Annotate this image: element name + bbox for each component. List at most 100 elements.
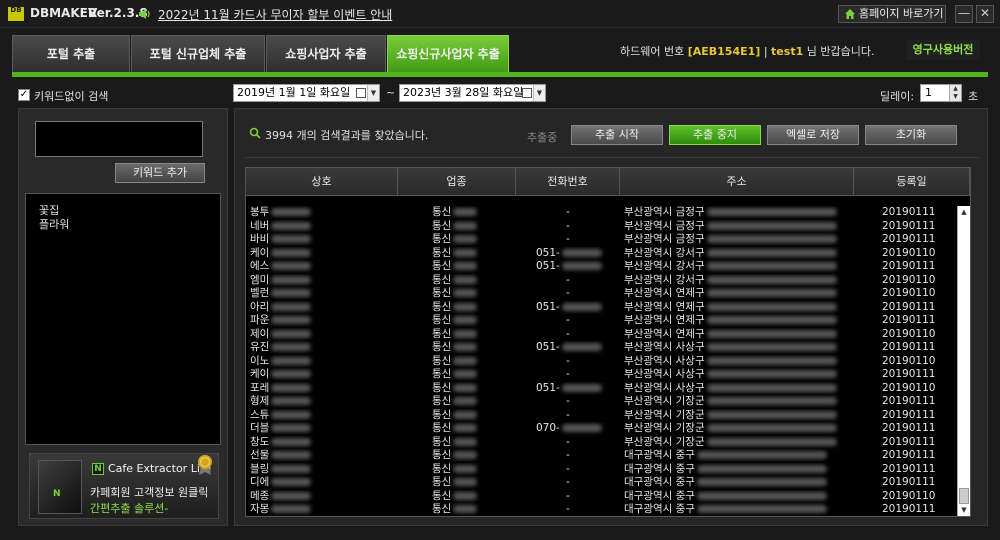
date-range-separator: ~ [386, 86, 396, 99]
delay-stepper[interactable]: 1 ▲ ▼ [920, 84, 962, 102]
vertical-scrollbar[interactable]: ▲ ▼ [957, 206, 970, 516]
table-row[interactable]: 엠미 통신 - 부산광역시 강서구 20190110 [246, 274, 956, 288]
spin-buttons[interactable]: ▲ ▼ [949, 85, 961, 101]
calendar-icon [522, 88, 532, 98]
cell-address: 부산광역시 사상구 [624, 341, 852, 355]
list-item[interactable]: 꽃집 [39, 204, 207, 218]
tab-portal-extract[interactable]: 포털 추출 [12, 35, 130, 73]
cell-name: 디에 [250, 476, 396, 490]
table-row[interactable]: 형제 통신 - 부산광역시 기장군 20190111 [246, 395, 956, 409]
table-row[interactable]: 유진 통신 051- 부산광역시 사상구 20190111 [246, 341, 956, 355]
table-row[interactable]: 아리 통신 051- 부산광역시 연제구 20190111 [246, 301, 956, 315]
cell-type: 통신 [432, 368, 512, 382]
column-header-phone[interactable]: 전화번호 [516, 168, 620, 196]
table-row[interactable]: 이노 통신 - 부산광역시 사상구 20190110 [246, 355, 956, 369]
table-row[interactable]: 스튜 통신 - 부산광역시 기장군 20190111 [246, 409, 956, 423]
username: test1 [771, 45, 804, 58]
cell-type: 통신 [432, 409, 512, 423]
table-row[interactable]: 에스 통신 051- 부산광역시 강서구 20190111 [246, 260, 956, 274]
cell-date: 20190111 [882, 206, 936, 218]
stop-extract-button[interactable]: 추출 중지 [669, 125, 761, 145]
notice-link[interactable]: 2022년 11월 카드사 무이자 할부 이벤트 안내 [158, 6, 392, 23]
table-row[interactable]: 디에 통신 - 대구광역시 중구 20190111 [246, 476, 956, 490]
no-keyword-checkbox[interactable]: ✓ [18, 89, 30, 101]
delay-unit: 초 [968, 90, 979, 103]
column-header-address[interactable]: 주소 [620, 168, 854, 196]
cell-address: 대구광역시 중구 [624, 503, 852, 516]
table-row[interactable]: 포레 통신 051- 부산광역시 사상구 20190110 [246, 382, 956, 396]
date-to-picker[interactable]: 2023년 3월 28일 화요일 ▼ [399, 84, 546, 102]
column-header-date[interactable]: 등록일 [854, 168, 970, 196]
table-row[interactable]: 제이 통신 - 부산광역시 연제구 20190110 [246, 328, 956, 342]
table-row[interactable]: 메종 통신 - 대구광역시 중구 20190110 [246, 490, 956, 504]
keyword-list[interactable]: 꽃집 플라워 [25, 193, 221, 445]
scroll-down-icon[interactable]: ▼ [958, 504, 970, 516]
table-row[interactable]: 블링 통신 - 대구광역시 중구 20190111 [246, 463, 956, 477]
cell-type: 통신 [432, 436, 512, 450]
date-from-picker[interactable]: 2019년 1월 1일 화요일 ▼ [233, 84, 380, 102]
cell-type: 통신 [432, 490, 512, 504]
table-row[interactable]: 더블 통신 070- 부산광역시 기장군 20190111 [246, 422, 956, 436]
cell-address: 부산광역시 연제구 [624, 328, 852, 342]
table-row[interactable]: 벨런 통신 - 부산광역시 연제구 20190110 [246, 287, 956, 301]
scroll-thumb[interactable] [959, 488, 969, 504]
cell-date: 20190111 [882, 395, 936, 407]
tab-portal-new-business[interactable]: 포털 신규업체 추출 [131, 35, 265, 73]
cell-name: 파운 [250, 314, 396, 328]
results-panel: 3994 개의 검색결과를 찾았습니다. 추출중 추출 시작 추출 중지 엑셀로… [234, 108, 988, 526]
cell-name: 이노 [250, 355, 396, 369]
table-row[interactable]: 케이 통신 051- 부산광역시 강서구 20190110 [246, 247, 956, 261]
cell-name: 더블 [250, 422, 396, 436]
cell-type: 통신 [432, 463, 512, 477]
table-row[interactable]: 파운 통신 - 부산광역시 연제구 20190111 [246, 314, 956, 328]
column-header-name[interactable]: 상호 [246, 168, 398, 196]
scroll-up-icon[interactable]: ▲ [958, 206, 970, 218]
calendar-icon [356, 88, 366, 98]
cell-address: 대구광역시 중구 [624, 449, 852, 463]
table-row[interactable]: 네버 통신 - 부산광역시 금정구 20190111 [246, 220, 956, 234]
tab-shopping-new-business[interactable]: 쇼핑신규사업자 추출 [387, 35, 509, 73]
tab-underline [12, 72, 988, 77]
cell-date: 20190111 [882, 219, 936, 232]
save-excel-button[interactable]: 엑셀로 저장 [767, 125, 859, 145]
product-box-image: N [38, 460, 82, 514]
separator: | [763, 45, 768, 58]
cell-type: 통신 [432, 206, 512, 220]
cell-name: 제이 [250, 328, 396, 342]
table-row[interactable]: 자몽 통신 - 대구광역시 중구 20190111 [246, 503, 956, 516]
close-button[interactable]: ✕ [976, 5, 994, 23]
cell-date: 20190111 [882, 233, 936, 245]
column-header-type[interactable]: 업종 [398, 168, 516, 196]
cell-address: 부산광역시 연제구 [624, 287, 852, 301]
cell-type: 통신 [432, 274, 512, 288]
cell-type: 통신 [432, 422, 512, 436]
reset-button[interactable]: 초기화 [865, 125, 957, 145]
tab-shopping-business[interactable]: 쇼핑사업자 추출 [266, 35, 386, 73]
ad-banner[interactable]: N N Cafe Extractor Lite 카페회원 고객정보 원클릭 간편… [29, 453, 219, 519]
cell-type: 통신 [432, 341, 512, 355]
divider [245, 157, 979, 158]
cell-address: 부산광역시 연제구 [624, 301, 852, 315]
homepage-button[interactable]: 홈페이지 바로가기 [838, 5, 946, 23]
table-row[interactable]: 봉투 통신 - 부산광역시 금정구 20190111 [246, 206, 956, 220]
cell-type: 통신 [432, 395, 512, 409]
minimize-button[interactable]: — [955, 5, 973, 23]
keyword-input[interactable] [35, 121, 203, 157]
chevron-down-icon[interactable]: ▼ [367, 85, 379, 101]
homepage-button-label: 홈페이지 바로가기 [859, 7, 944, 20]
table-row[interactable]: 바비 통신 - 부산광역시 금정구 20190111 [246, 233, 956, 247]
add-keyword-button[interactable]: 키워드 추가 [115, 163, 205, 183]
cell-type: 통신 [432, 328, 512, 342]
chevron-down-icon[interactable]: ▼ [533, 85, 545, 101]
table-row[interactable]: 케이 통신 - 부산광역시 사상구 20190111 [246, 368, 956, 382]
cell-date: 20190110 [882, 246, 936, 259]
start-extract-button[interactable]: 추출 시작 [571, 125, 663, 145]
keyword-panel: 키워드 추가 꽃집 플라워 N N Cafe Extractor Lite 카페… [18, 108, 228, 526]
greeting: 님 반갑습니다. [806, 45, 875, 58]
cell-phone: 051- [536, 301, 616, 315]
table-row[interactable]: 창도 통신 - 부산광역시 기장군 20190111 [246, 436, 956, 450]
cell-phone: 051- [536, 382, 616, 396]
results-table: 상호 업종 전화번호 주소 등록일 봉투 통신 - 부산광역시 금정구 20190111… [245, 167, 971, 517]
list-item[interactable]: 플라워 [39, 218, 207, 232]
table-row[interactable]: 선물 통신 - 대구광역시 중구 20190111 [246, 449, 956, 463]
